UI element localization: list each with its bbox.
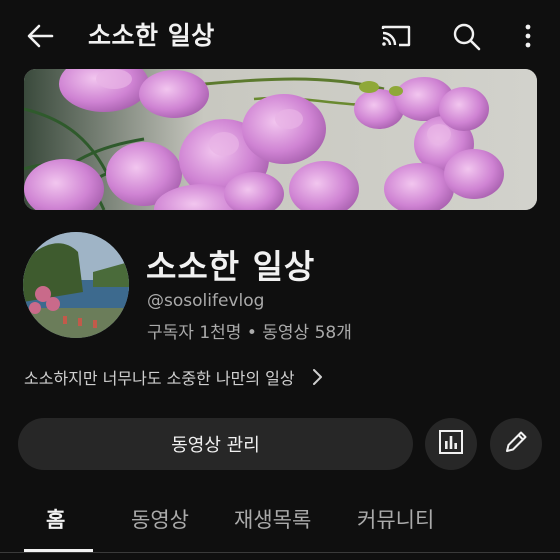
- cast-icon[interactable]: [378, 18, 414, 54]
- more-vertical-icon[interactable]: [510, 18, 546, 54]
- channel-banner: [24, 69, 537, 210]
- channel-stats: 구독자 1천명 • 동영상 58개: [147, 323, 352, 343]
- channel-description-row[interactable]: 소소하지만 너무나도 소중한 나만의 일상: [24, 364, 325, 390]
- tab-community[interactable]: 커뮤니티: [357, 504, 434, 534]
- analytics-icon: [438, 429, 464, 459]
- back-arrow-icon[interactable]: [22, 18, 58, 54]
- manage-videos-button[interactable]: 동영상 관리: [18, 418, 413, 470]
- channel-tabs: 홈 동영상 재생목록 커뮤니티: [0, 494, 560, 560]
- tab-playlists[interactable]: 재생목록: [234, 504, 311, 534]
- channel-handle: @sosolifevlog: [147, 291, 265, 311]
- channel-name: 소소한 일상: [146, 247, 316, 286]
- page-title: 소소한 일상: [88, 21, 215, 50]
- tab-videos[interactable]: 동영상: [131, 504, 189, 534]
- tabs-divider: [0, 552, 560, 553]
- chevron-right-icon: [311, 367, 325, 387]
- edit-channel-button[interactable]: [490, 418, 542, 470]
- channel-avatar[interactable]: [23, 232, 129, 338]
- pencil-icon: [503, 429, 529, 459]
- channel-description: 소소하지만 너무나도 소중한 나만의 일상: [24, 369, 295, 388]
- analytics-button[interactable]: [425, 418, 477, 470]
- top-app-bar: 소소한 일상: [0, 0, 560, 70]
- search-icon[interactable]: [448, 18, 484, 54]
- tab-home[interactable]: 홈: [46, 504, 65, 534]
